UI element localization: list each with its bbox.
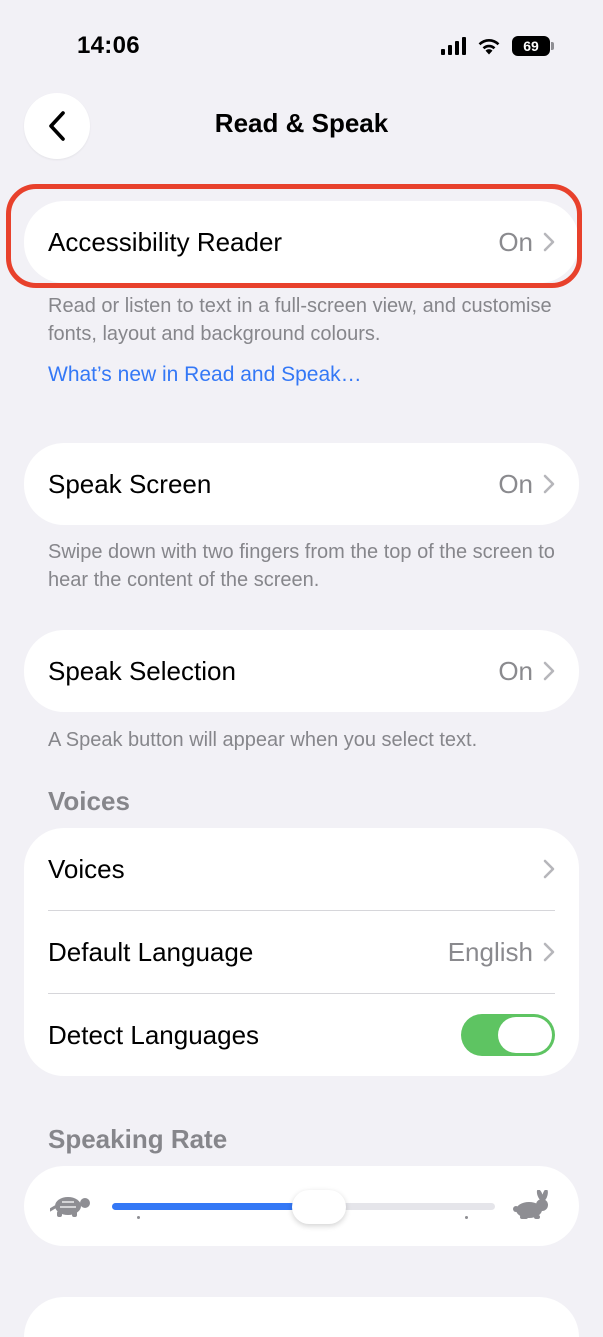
chevron-right-icon [543, 661, 555, 681]
detect-languages-label: Detect Languages [48, 1019, 260, 1050]
speak-selection-label: Speak Selection [48, 655, 236, 686]
slider-fill [112, 1203, 319, 1210]
chevron-right-icon [543, 859, 555, 879]
speak-screen-value: On [498, 468, 533, 499]
turtle-icon [50, 1197, 90, 1217]
toggle-knob [498, 1017, 552, 1053]
default-language-value: English [447, 936, 533, 967]
voices-section-header: Voices [48, 786, 130, 816]
speak-screen-row[interactable]: Speak Screen On [24, 443, 579, 525]
cellular-signal-icon [441, 37, 466, 55]
voices-row[interactable]: Voices [24, 828, 579, 910]
accessibility-reader-description: Read or listen to text in a full-screen … [48, 295, 552, 345]
page-title: Read & Speak [214, 108, 389, 138]
default-language-label: Default Language [48, 936, 254, 967]
whats-new-link[interactable]: What’s new in Read and Speak… [48, 363, 362, 387]
next-card-partial [24, 1297, 579, 1337]
voices-card: Voices Default Language English Detect L… [24, 828, 579, 1076]
speak-screen-label: Speak Screen [48, 468, 212, 499]
speak-selection-row[interactable]: Speak Selection On [24, 630, 579, 712]
status-time: 14:06 [77, 32, 140, 59]
accessibility-reader-label: Accessibility Reader [48, 226, 283, 257]
status-icons: 69 [441, 36, 554, 56]
status-bar: 14:06 69 [0, 0, 603, 90]
accessibility-reader-value: On [498, 226, 533, 257]
default-language-row[interactable]: Default Language English [24, 911, 579, 993]
detect-languages-row: Detect Languages [24, 994, 579, 1076]
slider-tick [465, 1216, 468, 1219]
chevron-right-icon [543, 232, 555, 252]
speak-screen-description: Swipe down with two fingers from the top… [48, 541, 555, 591]
accessibility-reader-row[interactable]: Accessibility Reader On [24, 201, 579, 283]
speak-selection-card: Speak Selection On [24, 630, 579, 712]
speak-selection-description: A Speak button will appear when you sele… [48, 729, 478, 751]
wifi-icon [478, 39, 500, 55]
rabbit-icon [513, 1190, 548, 1219]
speak-screen-card: Speak Screen On [24, 443, 579, 525]
speaking-rate-slider[interactable] [112, 1190, 495, 1224]
accessibility-reader-card: Accessibility Reader On [24, 201, 579, 283]
slider-tick [137, 1216, 140, 1219]
detect-languages-toggle[interactable] [461, 1014, 555, 1056]
speaking-rate-card [24, 1166, 579, 1246]
voices-label: Voices [48, 853, 125, 884]
speak-selection-value: On [498, 655, 533, 686]
chevron-right-icon [543, 942, 555, 962]
chevron-right-icon [543, 474, 555, 494]
battery-indicator: 69 [512, 36, 554, 56]
battery-level: 69 [523, 38, 539, 54]
slider-thumb[interactable] [291, 1190, 346, 1224]
speaking-rate-header: Speaking Rate [48, 1124, 228, 1154]
